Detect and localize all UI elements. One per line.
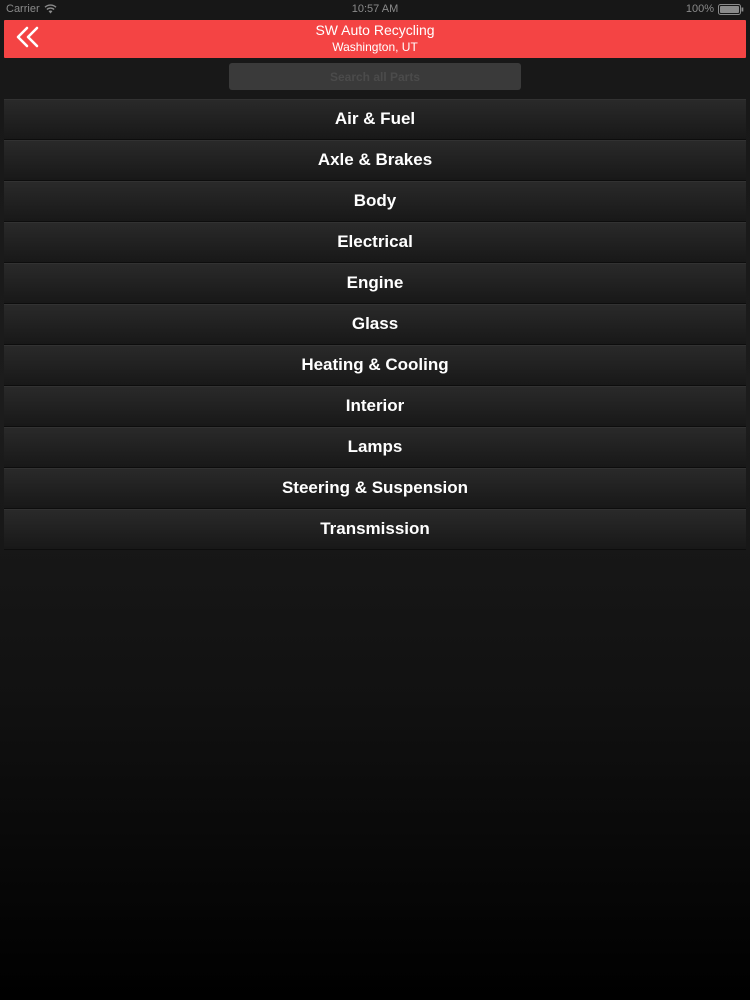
category-item-steering-suspension[interactable]: Steering & Suspension	[4, 468, 746, 508]
category-item-body[interactable]: Body	[4, 181, 746, 221]
category-item-interior[interactable]: Interior	[4, 386, 746, 426]
battery-percent: 100%	[685, 3, 714, 15]
search-input[interactable]	[229, 63, 521, 90]
category-item-transmission[interactable]: Transmission	[4, 509, 746, 549]
category-label: Interior	[345, 396, 405, 415]
category-item-engine[interactable]: Engine	[4, 263, 746, 303]
category-label: Body	[353, 191, 397, 210]
category-label: Transmission	[320, 519, 430, 538]
category-item-glass[interactable]: Glass	[4, 304, 746, 344]
header-titles: SW Auto Recycling Washington, UT	[4, 22, 746, 56]
header-bar: SW Auto Recycling Washington, UT	[4, 20, 746, 58]
category-item-axle-brakes[interactable]: Axle & Brakes	[4, 140, 746, 180]
status-bar: Carrier 10:57 AM 100%	[0, 0, 750, 20]
page-subtitle: Washington, UT	[332, 40, 418, 54]
category-item-lamps[interactable]: Lamps	[4, 427, 746, 467]
category-label: Air & Fuel	[334, 109, 416, 128]
category-item-air-fuel[interactable]: Air & Fuel	[4, 99, 746, 139]
category-item-heating-cooling[interactable]: Heating & Cooling	[4, 345, 746, 385]
category-item-electrical[interactable]: Electrical	[4, 222, 746, 262]
category-label: Axle & Brakes	[317, 150, 433, 169]
category-label: Glass	[351, 314, 399, 333]
battery-icon	[718, 3, 744, 15]
status-right: 100%	[686, 3, 744, 15]
category-label: Steering & Suspension	[281, 478, 469, 497]
category-label: Electrical	[337, 232, 413, 251]
status-time: 10:57 AM	[351, 3, 399, 15]
category-label: Heating & Cooling	[301, 355, 449, 374]
page-title: SW Auto Recycling	[315, 22, 435, 38]
category-label: Lamps	[347, 437, 403, 456]
category-label: Engine	[346, 273, 404, 292]
category-list: Air & Fuel Axle & Brakes Body Electrical…	[4, 99, 746, 550]
